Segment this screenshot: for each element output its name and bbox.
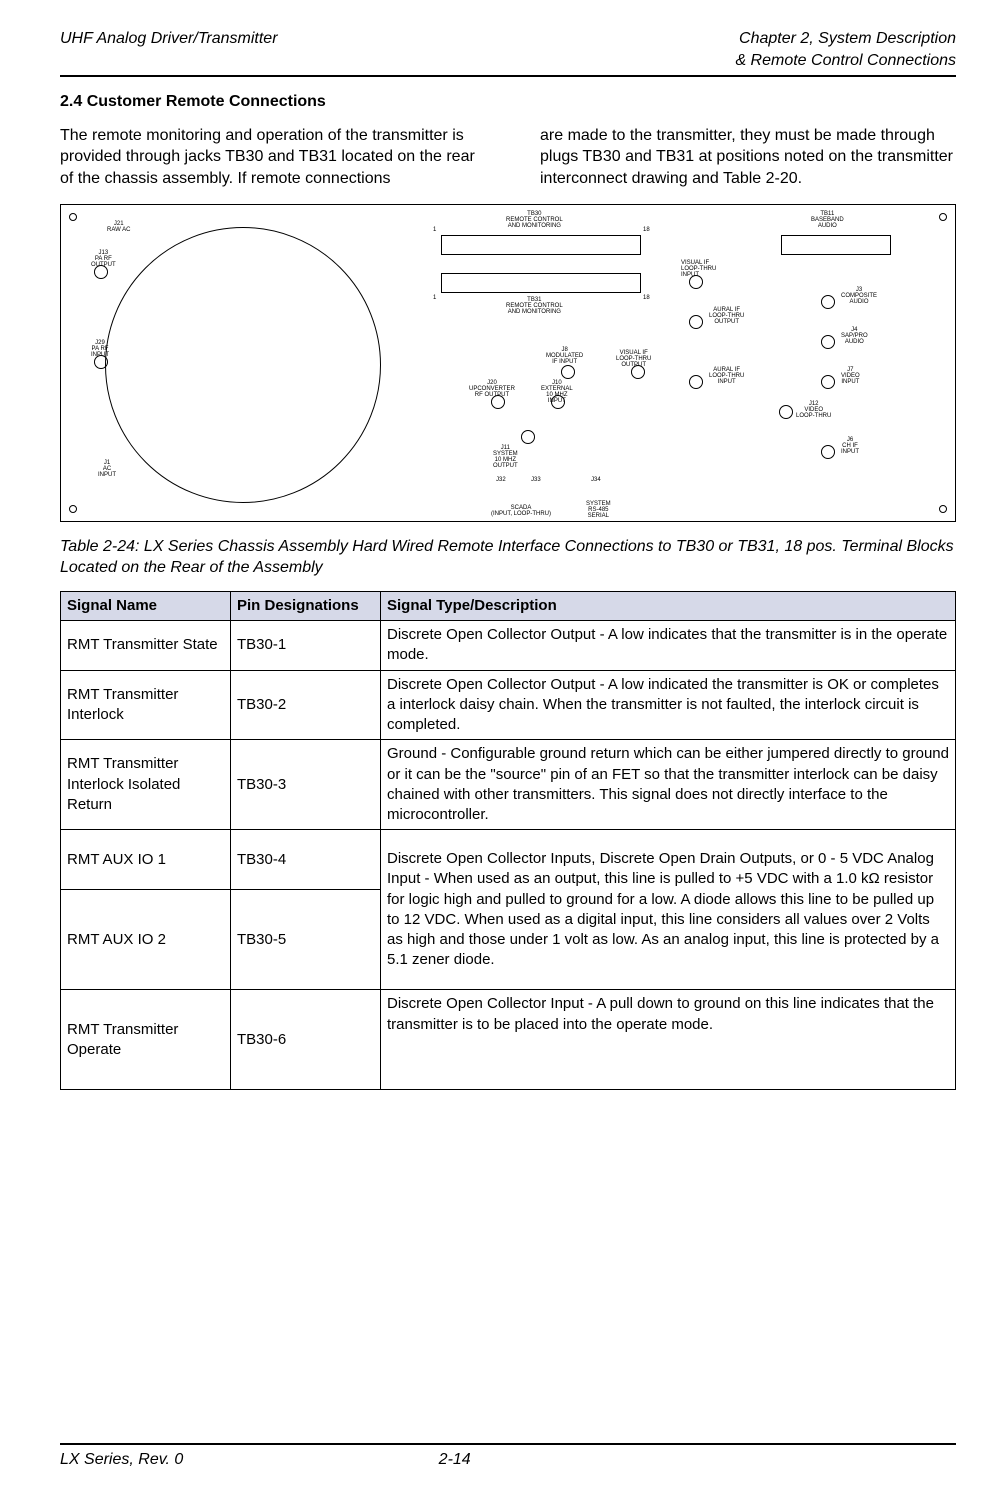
label-j34: J34 <box>591 477 601 483</box>
label-j14: AURAL IFLOOP-THRUOUTPUT <box>709 307 744 326</box>
label-j19: AURAL IFLOOP-THRUINPUT <box>709 367 744 386</box>
tb30-block <box>441 235 641 255</box>
connector-icon <box>689 315 703 329</box>
footer-left: LX Series, Rev. 0 <box>60 1449 319 1471</box>
label-j12: J12VIDEOLOOP-THRU <box>796 401 831 420</box>
cell-pin: TB30-6 <box>231 990 381 1090</box>
header-right: Chapter 2, System Description & Remote C… <box>735 28 956 71</box>
header-left: UHF Analog Driver/Transmitter <box>60 28 278 71</box>
page-header: UHF Analog Driver/Transmitter Chapter 2,… <box>60 28 956 71</box>
cell-pin: TB30-4 <box>231 830 381 890</box>
table-row: RMT Transmitter State TB30-1 Discrete Op… <box>61 621 956 671</box>
table-row: RMT AUX IO 1 TB30-4 Discrete Open Collec… <box>61 830 956 890</box>
cell-desc-merged: Discrete Open Collector Inputs, Discrete… <box>381 830 956 990</box>
th-signal: Signal Name <box>61 591 231 620</box>
label-j6: J6CH IFINPUT <box>841 437 859 456</box>
label-j13: J13PA RFOUTPUT <box>91 250 116 269</box>
label-pin1: 1 <box>433 227 436 233</box>
label-j29: J29PA RFINPUT <box>91 340 109 359</box>
table-row: RMT Transmitter Interlock TB30-2 Discret… <box>61 670 956 740</box>
page: UHF Analog Driver/Transmitter Chapter 2,… <box>0 0 1004 1495</box>
cell-pin: TB30-3 <box>231 740 381 830</box>
cell-signal: RMT AUX IO 2 <box>61 890 231 990</box>
label-tb30: TB30REMOTE CONTROLAND MONITORING <box>506 211 563 230</box>
fan-cutout-icon <box>105 227 381 503</box>
body-columns: The remote monitoring and operation of t… <box>60 125 956 190</box>
label-pin18: 18 <box>643 295 650 301</box>
label-j4: J4SAP/PROAUDIO <box>841 327 868 346</box>
connector-icon <box>521 430 535 444</box>
cell-desc: Discrete Open Collector Output - A low i… <box>381 670 956 740</box>
connector-icon <box>689 375 703 389</box>
label-scada: SCADA(INPUT, LOOP-THRU) <box>491 505 551 518</box>
mount-hole-icon <box>69 505 77 513</box>
connector-icon <box>561 365 575 379</box>
cell-desc: Ground - Configurable ground return whic… <box>381 740 956 830</box>
th-pin: Pin Designations <box>231 591 381 620</box>
cell-pin: TB30-2 <box>231 670 381 740</box>
label-j8: J8MODULATEDIF INPUT <box>546 347 583 366</box>
connections-table: Signal Name Pin Designations Signal Type… <box>60 591 956 1091</box>
label-j20: J20UPCONVERTERRF OUTPUT <box>469 380 515 399</box>
label-rs485: SYSTEMRS-485SERIAL <box>586 501 611 520</box>
label-j33: J33 <box>531 477 541 483</box>
header-right-line2: & Remote Control Connections <box>735 50 956 72</box>
cell-signal: RMT Transmitter State <box>61 621 231 671</box>
label-tb31: TB31REMOTE CONTROLAND MONITORING <box>506 297 563 316</box>
table-row: RMT Transmitter Operate TB30-6 Discrete … <box>61 990 956 1090</box>
tb31-block <box>441 273 641 293</box>
page-footer: LX Series, Rev. 0 2-14 <box>60 1436 956 1471</box>
label-j3: J3COMPOSITEAUDIO <box>841 287 877 306</box>
footer-page-number: 2-14 <box>319 1449 698 1471</box>
label-j32: J32 <box>496 477 506 483</box>
connector-icon <box>821 375 835 389</box>
label-pin1: 1 <box>433 295 436 301</box>
section-title: 2.4 Customer Remote Connections <box>60 91 956 113</box>
connector-icon <box>821 295 835 309</box>
header-right-line1: Chapter 2, System Description <box>735 28 956 50</box>
connector-icon <box>821 335 835 349</box>
cell-signal: RMT Transmitter Interlock <box>61 670 231 740</box>
label-pin18: 18 <box>643 227 650 233</box>
table-caption: Table 2-24: LX Series Chassis Assembly H… <box>60 536 956 579</box>
label-j21: J21RAW AC <box>107 221 130 234</box>
chassis-rear-figure: J21RAW AC J13PA RFOUTPUT J29PA RFINPUT J… <box>60 204 956 522</box>
cell-desc: Discrete Open Collector Output - A low i… <box>381 621 956 671</box>
label-j1: J1ACINPUT <box>98 460 116 479</box>
label-j7: J7VIDEOINPUT <box>841 367 860 386</box>
label-j11: J11SYSTEM10 MHZOUTPUT <box>493 445 518 470</box>
th-desc: Signal Type/Description <box>381 591 956 620</box>
table-header-row: Signal Name Pin Designations Signal Type… <box>61 591 956 620</box>
mount-hole-icon <box>939 505 947 513</box>
footer-rule <box>60 1443 956 1445</box>
label-j15: VISUAL IFLOOP-THRUINPUT <box>681 260 716 279</box>
header-rule <box>60 75 956 77</box>
cell-signal: RMT Transmitter Interlock Isolated Retur… <box>61 740 231 830</box>
table-row: RMT Transmitter Interlock Isolated Retur… <box>61 740 956 830</box>
label-tb11: TB11BASEBANDAUDIO <box>811 211 844 230</box>
cell-pin: TB30-5 <box>231 890 381 990</box>
footer-right <box>697 1449 956 1471</box>
mount-hole-icon <box>69 213 77 221</box>
connector-icon <box>779 405 793 419</box>
body-col-2: are made to the transmitter, they must b… <box>540 125 956 190</box>
cell-desc: Discrete Open Collector Input - A pull d… <box>381 990 956 1090</box>
connector-icon <box>821 445 835 459</box>
label-j10: J10EXTERNAL10 MHZINPUT <box>541 380 573 405</box>
mount-hole-icon <box>939 213 947 221</box>
cell-signal: RMT Transmitter Operate <box>61 990 231 1090</box>
tb11-block <box>781 235 891 255</box>
body-col-1: The remote monitoring and operation of t… <box>60 125 476 190</box>
cell-pin: TB30-1 <box>231 621 381 671</box>
cell-signal: RMT AUX IO 1 <box>61 830 231 890</box>
label-j18: VISUAL IFLOOP-THRUOUTPUT <box>616 350 651 369</box>
